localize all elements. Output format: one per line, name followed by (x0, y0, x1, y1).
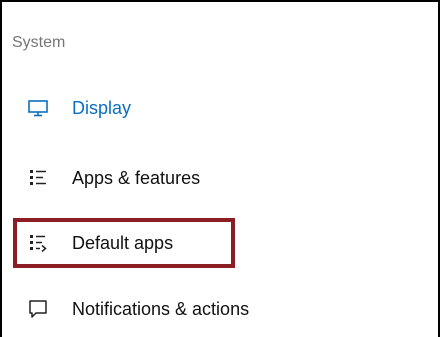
settings-panel: System Display Apps & features Default a… (0, 0, 440, 337)
nav-item-apps-features[interactable]: Apps & features (2, 158, 422, 198)
nav-item-label: Apps & features (72, 167, 201, 188)
monitor-icon (26, 96, 50, 120)
nav-item-display[interactable]: Display (2, 88, 422, 128)
nav-item-notifications-actions[interactable]: Notifications & actions (2, 289, 422, 329)
nav-item-label: Display (72, 97, 132, 118)
section-header: System (12, 34, 66, 51)
notification-icon (26, 297, 50, 321)
highlight-annotation (13, 218, 235, 268)
apps-list-icon (26, 166, 50, 190)
nav-item-label: Notifications & actions (72, 298, 250, 319)
